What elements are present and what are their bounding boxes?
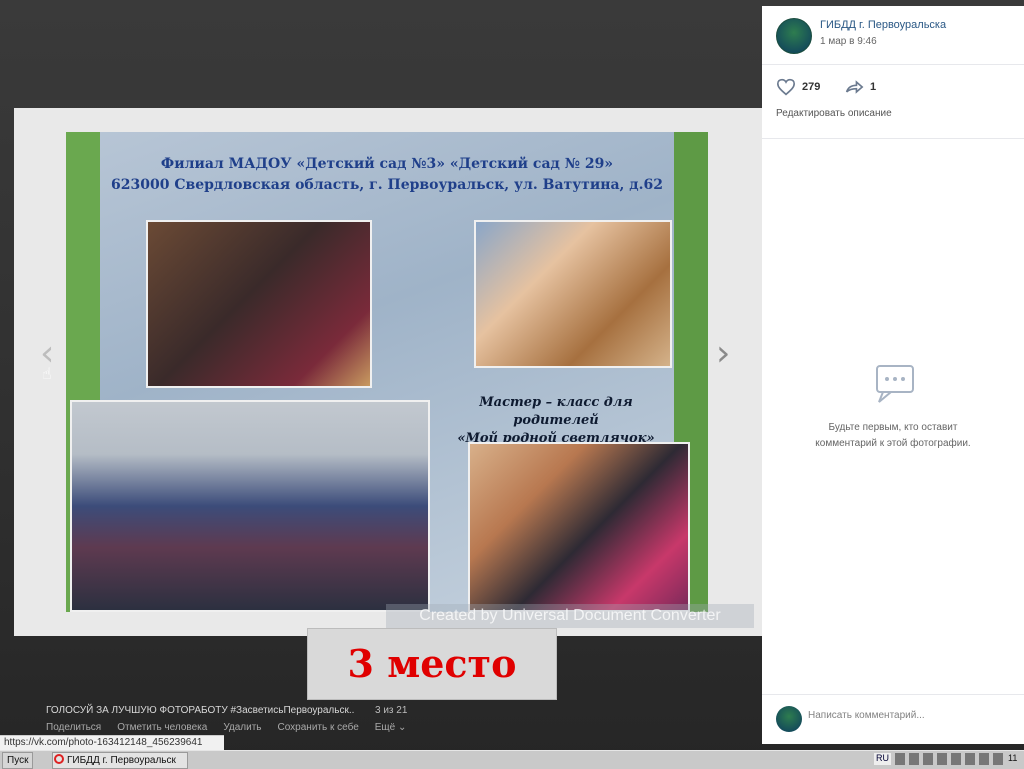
photo-master-class <box>468 442 690 612</box>
tray-icon[interactable] <box>909 753 919 765</box>
divider <box>762 138 1024 139</box>
system-tray: RU <box>874 753 1003 765</box>
slide-header-line1: Филиал МАДОУ «Детский сад №3» «Детский с… <box>160 156 614 172</box>
avatar <box>776 706 802 732</box>
photo-children-table <box>474 220 672 368</box>
share-button[interactable]: 1 <box>844 78 876 96</box>
avatar[interactable] <box>776 18 812 54</box>
divider <box>762 694 1024 695</box>
photo-counter: 3 из 21 <box>375 705 408 716</box>
chevron-right-icon[interactable]: › <box>716 336 730 372</box>
photo-slide[interactable]: Филиал МАДОУ «Детский сад №3» «Детский с… <box>66 132 708 612</box>
album-title[interactable]: ГОЛОСУЙ ЗА ЛУЧШУЮ ФОТОРАБОТУ #ЗасветисьП… <box>46 705 354 716</box>
tray-icon[interactable] <box>979 753 989 765</box>
tray-icon[interactable] <box>937 753 947 765</box>
opera-icon <box>54 754 64 764</box>
heart-icon <box>776 78 796 96</box>
delete-action[interactable]: Удалить <box>223 722 261 733</box>
slide-caption: Мастер – класс для родителей «Мой родной… <box>436 394 676 448</box>
empty-comments-text: Будьте первым, кто оставит комментарий к… <box>815 422 971 449</box>
watermark: Created by Universal Document Converter <box>386 604 754 628</box>
clock: 11 <box>1008 753 1018 763</box>
tray-icon[interactable] <box>993 753 1003 765</box>
place-badge: 3 место <box>307 628 557 700</box>
share-action[interactable]: Поделиться <box>46 722 101 733</box>
caption-line1: Мастер – класс для родителей <box>479 395 633 428</box>
edit-description-link[interactable]: Редактировать описание <box>776 108 892 119</box>
taskbar: Пуск ГИБДД г. Первоуральск RU 11 <box>0 750 1024 769</box>
comment-bubble-icon <box>876 365 914 403</box>
hand-cursor-icon: ☝ <box>42 364 52 383</box>
taskbar-window[interactable]: ГИБДД г. Первоуральск <box>52 752 188 769</box>
like-button[interactable]: 279 <box>776 78 820 96</box>
tray-icon[interactable] <box>923 753 933 765</box>
language-indicator[interactable]: RU <box>874 753 891 765</box>
likes-count: 279 <box>802 81 821 93</box>
photo-group-children <box>70 400 430 612</box>
comments-empty-state: Будьте первым, кто оставит комментарий к… <box>762 362 1024 452</box>
more-action[interactable]: Ещё ⌄ <box>375 722 407 733</box>
tag-person-action[interactable]: Отметить человека <box>117 722 207 733</box>
post-header: ГИБДД г. Первоуральска 1 мар в 9:46 <box>762 6 1024 65</box>
shares-count: 1 <box>870 81 877 93</box>
comment-input[interactable]: Написать комментарий... <box>808 710 1008 721</box>
group-name[interactable]: ГИБДД г. Первоуральска <box>820 19 946 31</box>
tray-icon[interactable] <box>951 753 961 765</box>
tray-icon[interactable] <box>895 753 905 765</box>
photo-actions: Поделиться Отметить человека Удалить Сох… <box>46 722 406 733</box>
photo-teachers <box>146 220 372 388</box>
start-button[interactable]: Пуск <box>2 752 34 769</box>
post-date[interactable]: 1 мар в 9:46 <box>820 36 877 47</box>
slide-header-line2: 623000 Свердловская область, г. Первоура… <box>111 177 663 193</box>
share-arrow-icon <box>845 80 864 94</box>
sidebar: ГИБДД г. Первоуральска 1 мар в 9:46 279 … <box>762 6 1024 744</box>
save-action[interactable]: Сохранить к себе <box>278 722 359 733</box>
status-url: https://vk.com/photo-163412148_456239641 <box>0 735 224 750</box>
slide-header: Филиал МАДОУ «Детский сад №3» «Детский с… <box>66 154 708 196</box>
tray-icon[interactable] <box>965 753 975 765</box>
